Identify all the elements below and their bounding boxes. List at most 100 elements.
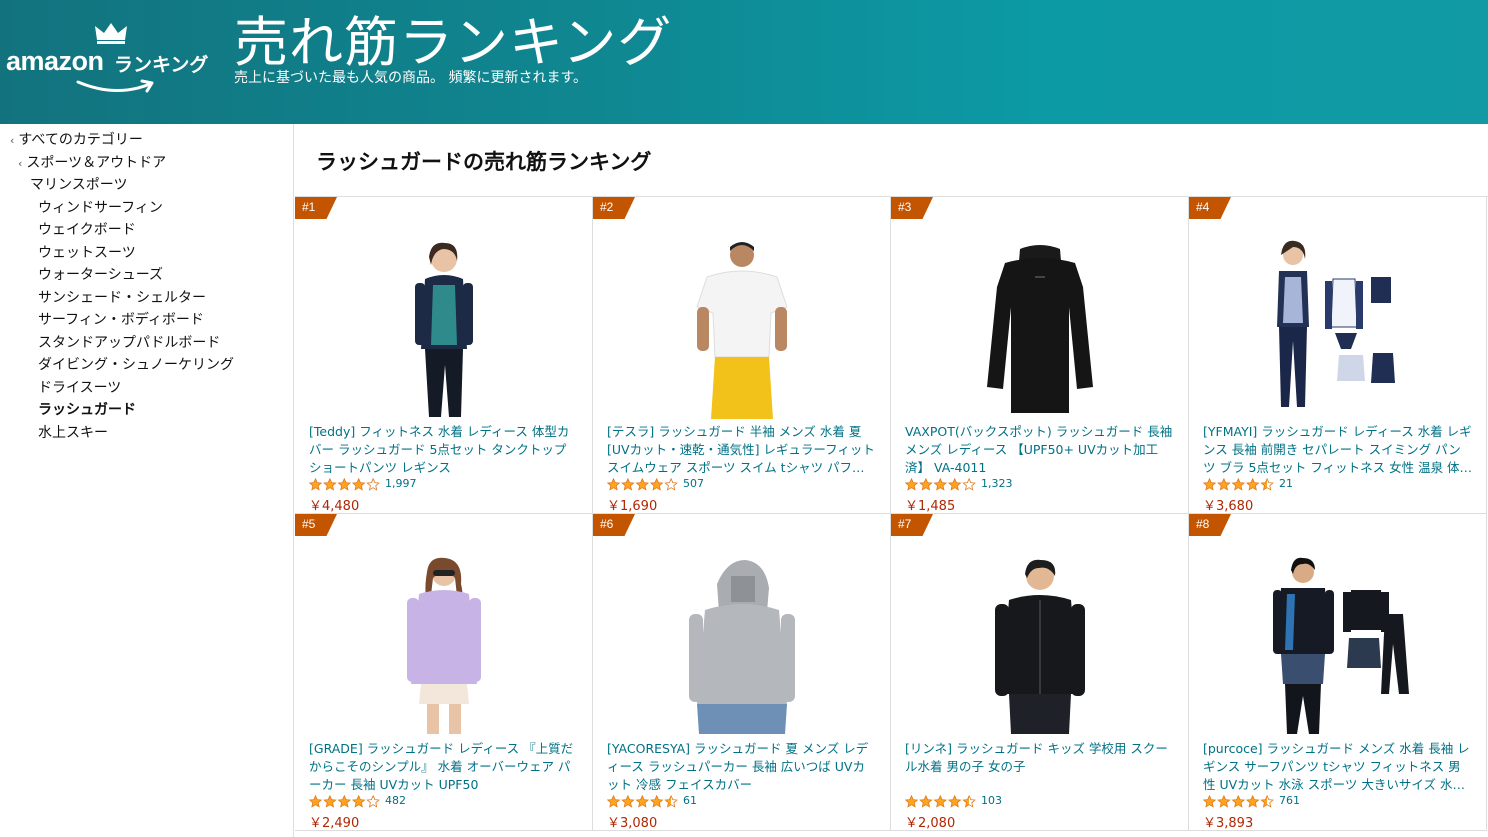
product-title-link[interactable]: [テスラ] ラッシュガード 半袖 メンズ 水着 夏 [UVカット・速乾・通気性]… bbox=[607, 423, 877, 477]
review-count[interactable]: 761 bbox=[1279, 794, 1300, 807]
product-card: #3 VAXPOT(バックスポット) ラッシュガード 長袖 メンズ レディース … bbox=[891, 197, 1189, 514]
product-image[interactable] bbox=[667, 237, 817, 419]
sidebar-item-label: ダイビング・シュノーケリング bbox=[38, 357, 234, 373]
sidebar-item[interactable]: ダイビング・シュノーケリング bbox=[38, 354, 234, 374]
rating-row[interactable]: 761 bbox=[1203, 794, 1300, 808]
product-title-link[interactable]: [GRADE] ラッシュガード レディース 『上質だからこそのシンプル』 水着 … bbox=[309, 740, 579, 794]
logo-text: amazon bbox=[6, 46, 104, 76]
sidebar-item-label: ドライスーツ bbox=[38, 379, 122, 396]
review-count[interactable]: 61 bbox=[683, 794, 697, 807]
product-card: #4 [YFMAYI] ラッシュガード レディース 水着 レギンス 長袖 前開き… bbox=[1189, 197, 1487, 514]
sidebar-item-label: すべてのカテゴリー bbox=[18, 132, 143, 148]
amazon-ranking-logo[interactable]: amazon ランキング bbox=[6, 22, 221, 102]
product-price: ￥3,680 bbox=[1203, 499, 1254, 514]
product-title-link[interactable]: [purcoce] ラッシュガード メンズ 水着 長袖 レギンス サーフパンツ … bbox=[1203, 740, 1473, 794]
star-rating-icon[interactable] bbox=[309, 477, 381, 491]
sidebar-item: ラッシュガード bbox=[38, 399, 136, 419]
review-count[interactable]: 103 bbox=[981, 794, 1002, 807]
sidebar-item-label: サンシェード・シェルター bbox=[38, 289, 206, 306]
product-image[interactable] bbox=[667, 554, 817, 736]
sidebar-item-label: スポーツ＆アウトドア bbox=[26, 154, 167, 171]
sidebar-item-label: サーフィン・ボディボード bbox=[38, 312, 204, 328]
product-image[interactable] bbox=[1263, 237, 1413, 419]
product-grid: #1 [Teddy] フィットネス 水着 レディース 体型カバー ラッシュガード… bbox=[295, 196, 1488, 831]
product-card: #6 [YACORESYA] ラッシュガード 夏 メンズ レディース ラッシュパ… bbox=[593, 514, 891, 831]
rank-badge: #8 bbox=[1189, 514, 1231, 536]
rank-badge: #5 bbox=[295, 514, 337, 536]
star-rating-icon[interactable] bbox=[607, 477, 679, 491]
sidebar-item[interactable]: サンシェード・シェルター bbox=[38, 287, 206, 307]
product-price: ￥4,480 bbox=[309, 499, 360, 514]
chevron-left-icon: ‹ bbox=[10, 134, 15, 147]
star-rating-icon[interactable] bbox=[905, 477, 977, 491]
sidebar-item-label: ラッシュガード bbox=[38, 402, 136, 418]
rank-badge: #3 bbox=[891, 197, 933, 219]
star-rating-icon[interactable] bbox=[309, 794, 381, 808]
sidebar-item[interactable]: 水上スキー bbox=[38, 422, 108, 442]
rating-row[interactable]: 507 bbox=[607, 477, 704, 491]
product-price: ￥3,080 bbox=[607, 816, 658, 831]
sidebar-item[interactable]: ウィンドサーフィン bbox=[38, 197, 163, 217]
product-title-link[interactable]: [リンネ] ラッシュガード キッズ 学校用 スクール水着 男の子 女の子 bbox=[905, 740, 1175, 794]
rank-badge: #6 bbox=[593, 514, 635, 536]
product-points: 21ポイント(1%) bbox=[905, 830, 1004, 831]
review-count[interactable]: 482 bbox=[385, 794, 406, 807]
logo-ranking-text: ランキング bbox=[114, 54, 209, 76]
sidebar-item[interactable]: ウェイクボード bbox=[38, 219, 136, 239]
star-rating-icon[interactable] bbox=[1203, 477, 1275, 491]
product-title-link[interactable]: VAXPOT(バックスポット) ラッシュガード 長袖 メンズ レディース 【UP… bbox=[905, 423, 1175, 477]
rating-row[interactable]: 21 bbox=[1203, 477, 1293, 491]
page-banner-title: 売れ筋ランキング bbox=[234, 11, 673, 74]
rank-badge: #1 bbox=[295, 197, 337, 219]
crown-icon bbox=[95, 23, 127, 44]
rank-badge: #7 bbox=[891, 514, 933, 536]
product-image[interactable] bbox=[369, 554, 519, 736]
rating-row[interactable]: 61 bbox=[607, 794, 697, 808]
product-price: ￥2,490 bbox=[309, 816, 360, 831]
sidebar-item[interactable]: ‹ すべてのカテゴリー bbox=[10, 129, 143, 149]
sidebar-item[interactable]: ‹ スポーツ＆アウトドア bbox=[18, 152, 166, 172]
review-count[interactable]: 1,323 bbox=[981, 477, 1013, 490]
sidebar-item-label: ウォーターシューズ bbox=[38, 267, 164, 283]
review-count[interactable]: 21 bbox=[1279, 477, 1293, 490]
rating-row[interactable]: 103 bbox=[905, 794, 1002, 808]
product-price: ￥2,080 bbox=[905, 816, 956, 831]
product-card: #8 [purcoce] ラッシュガード メンズ 水着 長袖 レギンス サーフパ… bbox=[1189, 514, 1487, 831]
star-rating-icon[interactable] bbox=[1203, 794, 1275, 808]
product-image[interactable] bbox=[965, 554, 1115, 736]
product-card: #7 [リンネ] ラッシュガード キッズ 学校用 スクール水着 男の子 女の子 … bbox=[891, 514, 1189, 831]
product-image[interactable] bbox=[369, 237, 519, 419]
rank-badge: #4 bbox=[1189, 197, 1231, 219]
sidebar-item-label: マリンスポーツ bbox=[30, 177, 128, 193]
review-count[interactable]: 1,997 bbox=[385, 477, 417, 490]
product-price: ￥3,893 bbox=[1203, 816, 1254, 831]
product-title-link[interactable]: [YFMAYI] ラッシュガード レディース 水着 レギンス 長袖 前開き セパ… bbox=[1203, 423, 1473, 477]
product-card: #1 [Teddy] フィットネス 水着 レディース 体型カバー ラッシュガード… bbox=[295, 197, 593, 514]
sidebar-item[interactable]: ウェットスーツ bbox=[38, 242, 136, 262]
sidebar-item[interactable]: スタンドアップパドルボード bbox=[38, 332, 220, 352]
sidebar-item[interactable]: ウォーターシューズ bbox=[38, 264, 163, 284]
star-rating-icon[interactable] bbox=[905, 794, 977, 808]
product-title-link[interactable]: [Teddy] フィットネス 水着 レディース 体型カバー ラッシュガード 5点… bbox=[309, 423, 579, 477]
sidebar-item-label: ウェイクボード bbox=[38, 222, 136, 238]
smile-arrow-icon bbox=[76, 79, 154, 93]
product-image[interactable] bbox=[965, 237, 1115, 419]
category-sidebar: ‹ すべてのカテゴリー ‹ スポーツ＆アウトドア マリンスポーツ ウィンドサーフィン ウェイ… bbox=[0, 124, 294, 837]
rating-row[interactable]: 1,997 bbox=[309, 477, 417, 491]
chevron-left-icon: ‹ bbox=[18, 156, 23, 170]
sidebar-item[interactable]: マリンスポーツ bbox=[30, 174, 127, 194]
sidebar-item[interactable]: サーフィン・ボディボード bbox=[38, 309, 204, 329]
product-title-link[interactable]: [YACORESYA] ラッシュガード 夏 メンズ レディース ラッシュパーカー… bbox=[607, 740, 877, 794]
product-card: #5 [GRADE] ラッシュガード レディース 『上質だからこそのシンプル』 … bbox=[295, 514, 593, 831]
star-rating-icon[interactable] bbox=[607, 794, 679, 808]
sidebar-item-label: スタンドアップパドルボード bbox=[38, 334, 221, 351]
review-count[interactable]: 507 bbox=[683, 477, 704, 490]
product-price: ￥1,690 bbox=[607, 499, 658, 514]
sidebar-item[interactable]: ドライスーツ bbox=[38, 377, 121, 397]
page-title: ラッシュガードの売れ筋ランキング bbox=[316, 150, 652, 174]
product-price: ￥1,485 bbox=[905, 499, 956, 514]
rating-row[interactable]: 1,323 bbox=[905, 477, 1013, 491]
banner-subtitle: 売上に基づいた最も人気の商品。 頻繁に更新されます。 bbox=[234, 70, 588, 86]
rating-row[interactable]: 482 bbox=[309, 794, 406, 808]
product-image[interactable] bbox=[1263, 554, 1413, 736]
